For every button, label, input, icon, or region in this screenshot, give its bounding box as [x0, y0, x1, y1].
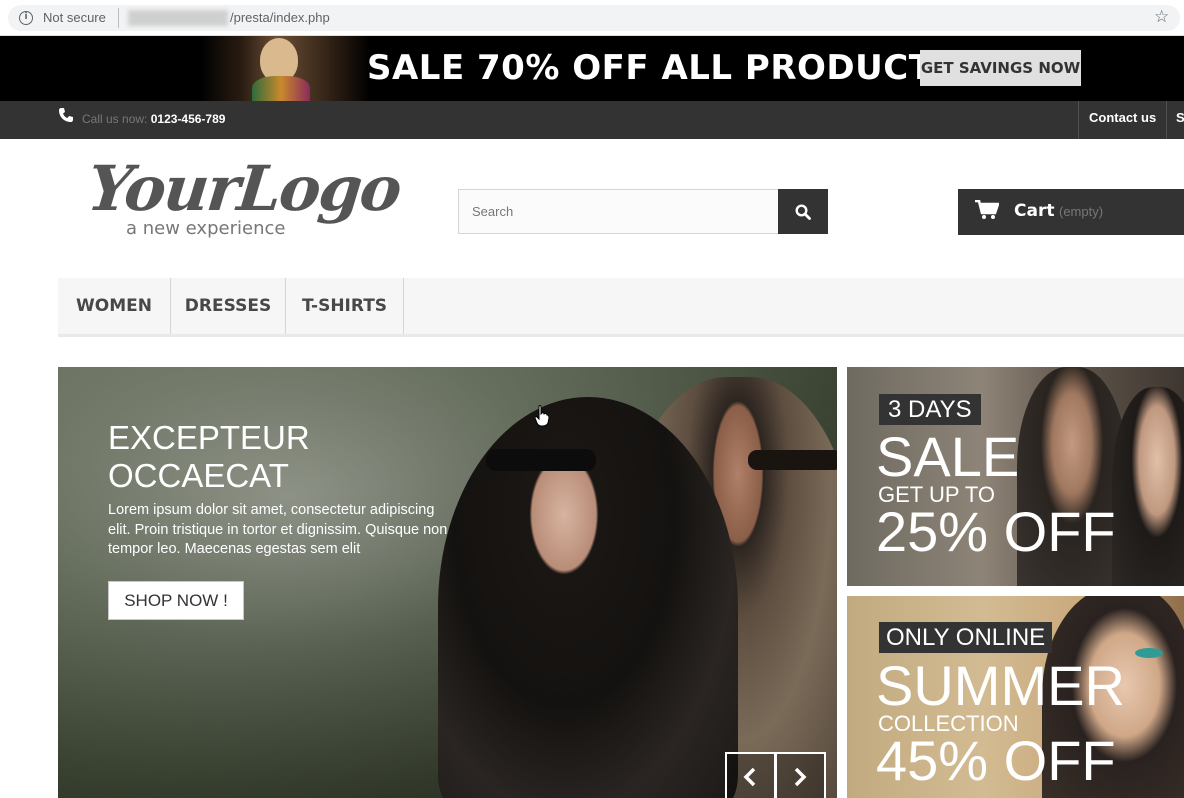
get-savings-button[interactable]: GET SAVINGS NOW	[920, 50, 1081, 86]
banner-tag: ONLY ONLINE	[879, 622, 1053, 653]
slider-next-button[interactable]	[775, 752, 826, 798]
menu-item-women[interactable]: WOMEN	[58, 278, 171, 334]
menu-item-tshirts[interactable]: T-SHIRTS	[286, 278, 404, 334]
browser-address-bar: i Not secure /presta/index.php ☆	[0, 0, 1184, 36]
banner-tag: 3 DAYS	[879, 394, 981, 425]
sunglasses	[486, 449, 596, 471]
promo-model-image	[200, 36, 370, 101]
chevron-right-icon	[794, 767, 807, 787]
search-icon	[795, 204, 811, 220]
summer-banner[interactable]: ONLY ONLINE SUMMER COLLECTION 45% OFF	[847, 596, 1184, 798]
phone-number: 0123-456-789	[150, 112, 226, 126]
logo-wordmark: YourLogo	[84, 152, 404, 225]
banner-headline: SUMMER	[876, 654, 1125, 717]
hero-title: EXCEPTEUR OCCAECAT	[108, 419, 408, 495]
promo-headline: SALE 70% OFF ALL PRODUCTS	[367, 48, 958, 88]
search-input[interactable]	[458, 189, 779, 234]
hero-title-line2: OCCAECAT	[108, 457, 289, 494]
hand-cursor-icon	[535, 405, 549, 427]
sign-in-link[interactable]: S	[1167, 101, 1184, 139]
banner-headline: SALE	[876, 425, 1020, 488]
cart-button[interactable]: Cart (empty)	[958, 189, 1184, 235]
promo-banner[interactable]: SALE 70% OFF ALL PRODUCTS GET SAVINGS NO…	[0, 36, 1184, 101]
banner-offer: 45% OFF	[876, 729, 1116, 792]
cart-status: (empty)	[1059, 204, 1104, 219]
logo-tagline: a new experience	[126, 218, 286, 239]
hero-slider: EXCEPTEUR OCCAECAT Lorem ipsum dolor sit…	[58, 367, 837, 798]
security-label[interactable]: Not secure	[43, 10, 106, 25]
sunglasses	[748, 450, 837, 470]
shop-now-button[interactable]: SHOP NOW !	[108, 581, 244, 620]
search-button[interactable]	[778, 189, 828, 234]
cart-label: Cart	[1014, 201, 1055, 221]
call-us-text: Call us now: 0123-456-789	[82, 112, 225, 126]
banner-model-woman	[1112, 387, 1184, 586]
hero-title-line1: EXCEPTEUR	[108, 419, 310, 456]
sale-banner[interactable]: 3 DAYS SALE GET UP TO 25% OFF	[847, 367, 1184, 586]
cart-icon	[975, 200, 999, 219]
contact-us-link[interactable]: Contact us	[1078, 101, 1168, 139]
main-menu: WOMEN DRESSES T-SHIRTS	[58, 278, 1184, 337]
url-path[interactable]: /presta/index.php	[230, 10, 330, 25]
blurred-host	[128, 10, 228, 26]
banner-offer: 25% OFF	[876, 500, 1116, 563]
eye-makeup	[1135, 648, 1163, 658]
phone-icon	[59, 108, 73, 122]
chevron-left-icon	[743, 767, 756, 787]
menu-item-dresses[interactable]: DRESSES	[171, 278, 286, 334]
site-logo[interactable]: YourLogo a new experience	[84, 152, 403, 245]
info-icon[interactable]: i	[19, 11, 33, 25]
slider-prev-button[interactable]	[725, 752, 776, 798]
call-label: Call us now:	[82, 112, 148, 126]
bookmark-star-icon[interactable]: ☆	[1154, 7, 1169, 27]
hero-body: Lorem ipsum dolor sit amet, consectetur …	[108, 502, 448, 557]
url-separator	[118, 8, 119, 28]
